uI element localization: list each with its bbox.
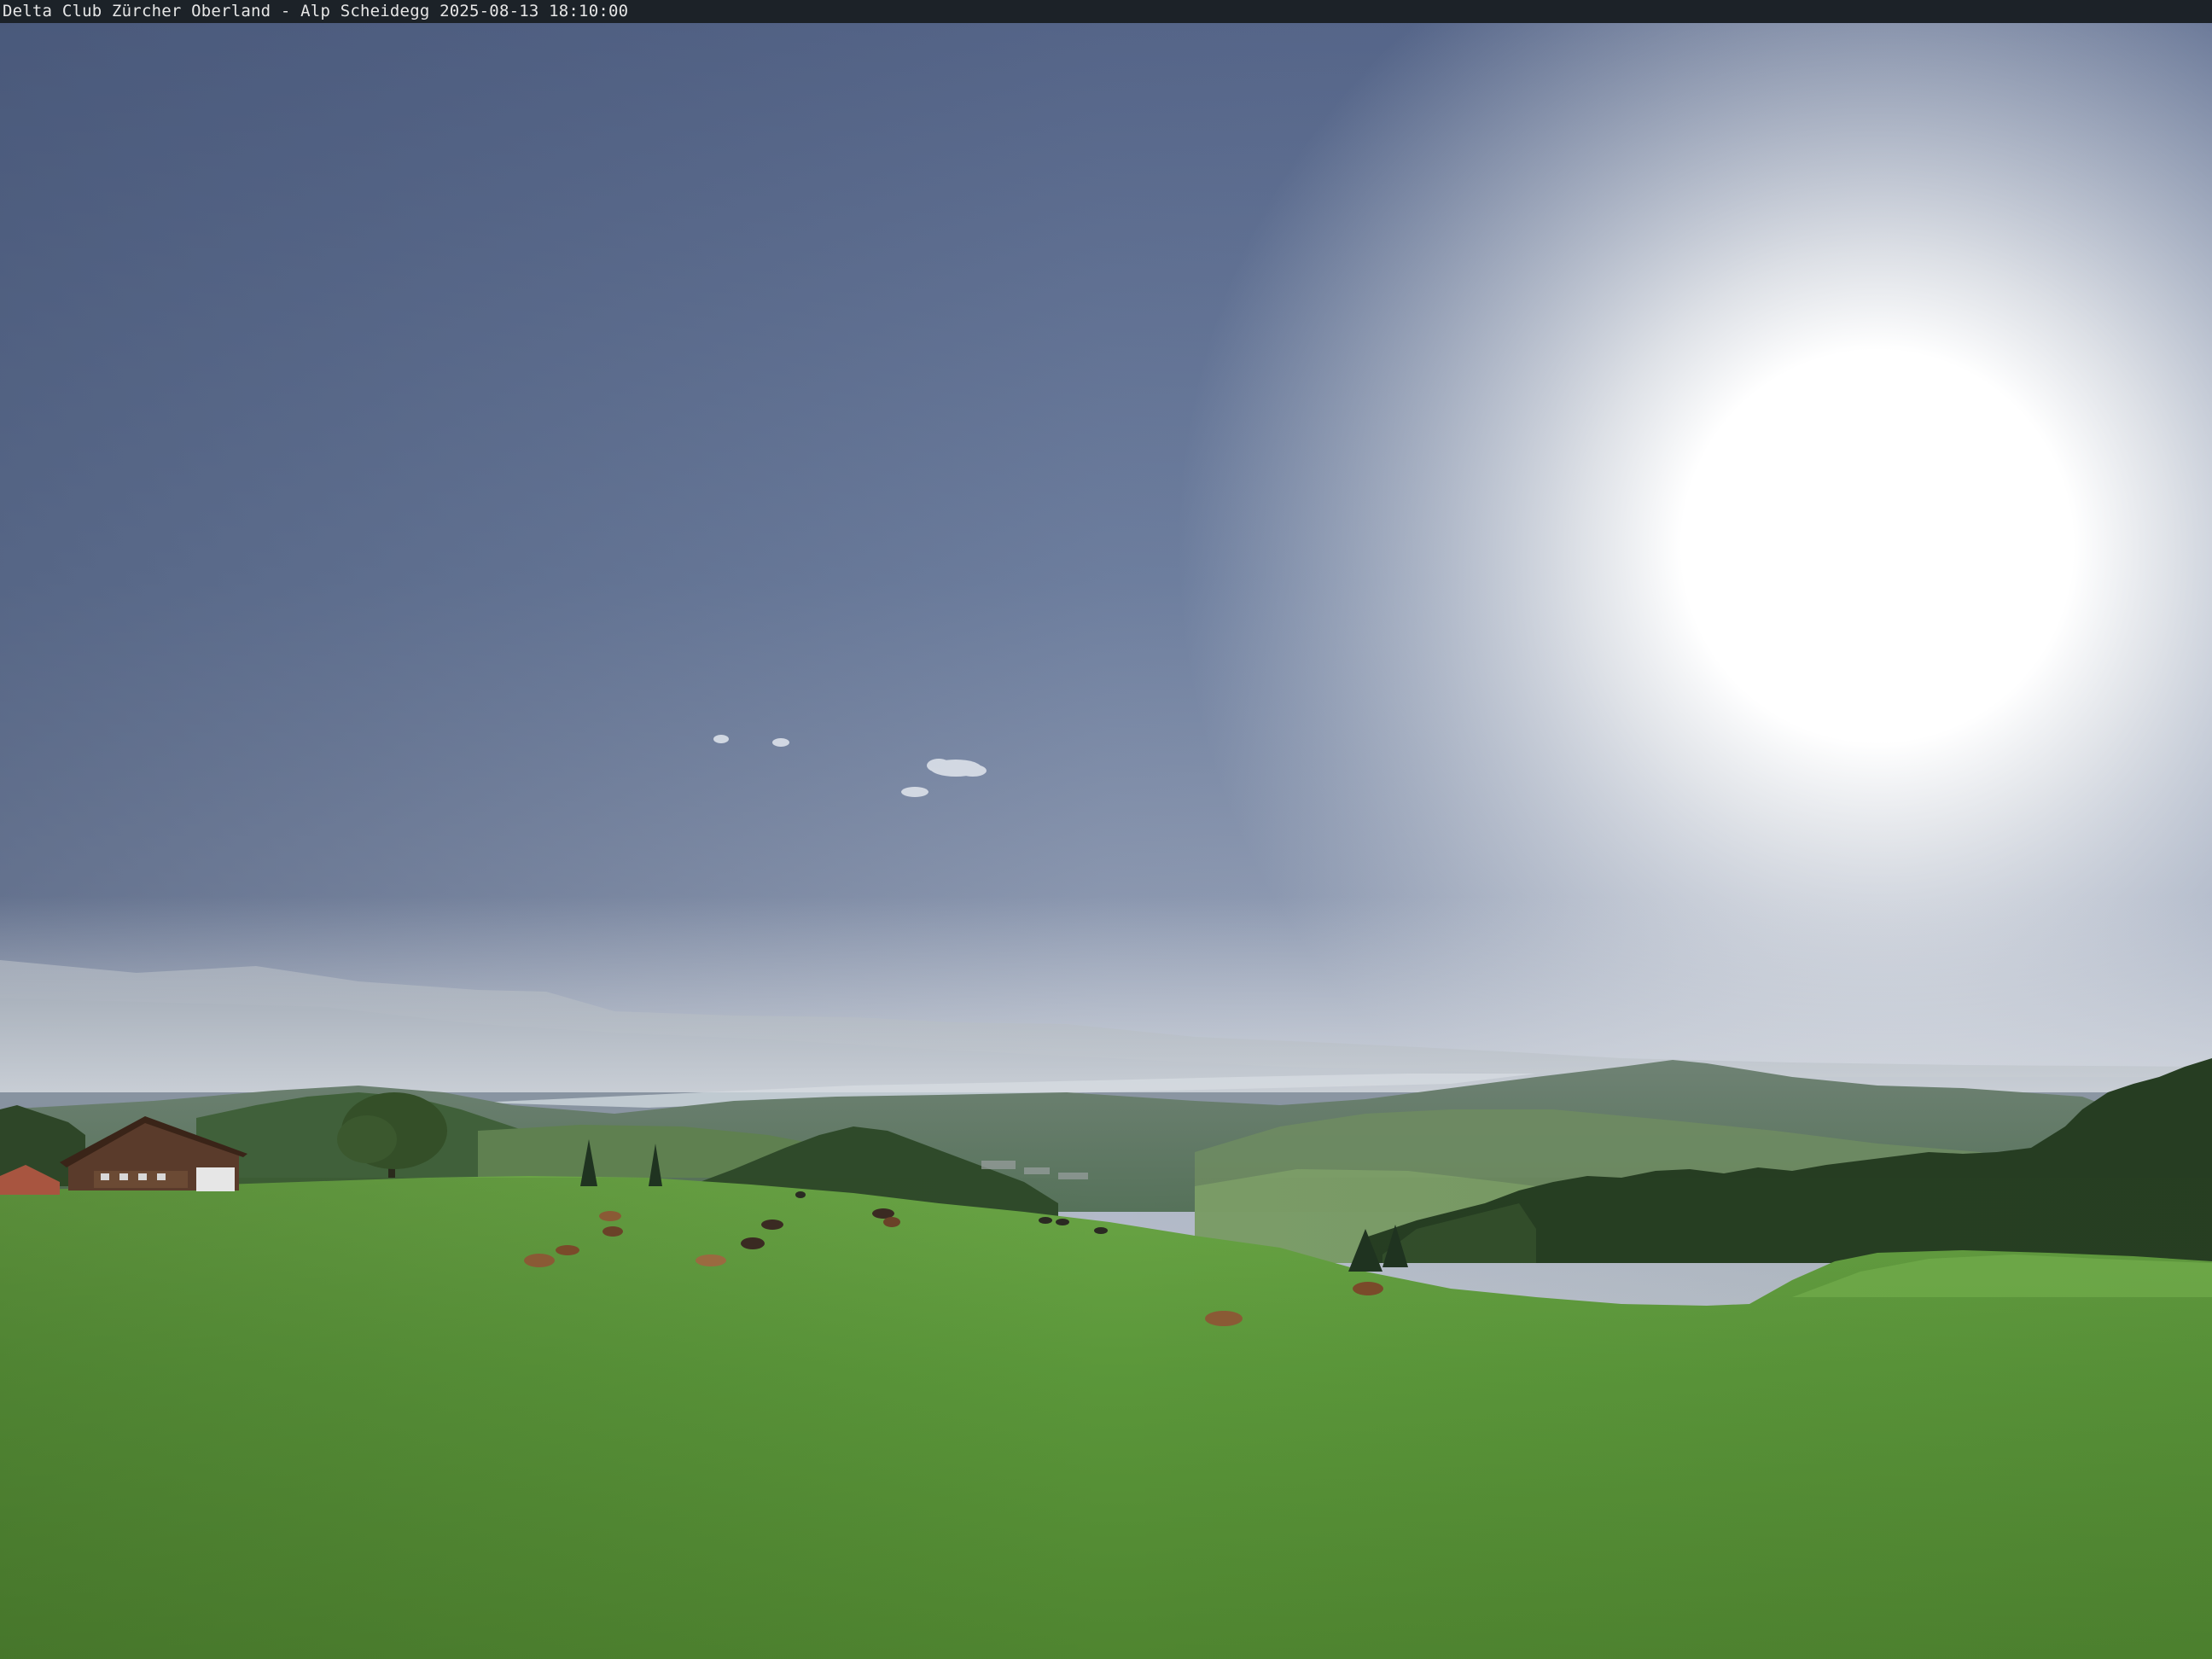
landscape-scene [0, 0, 2212, 1659]
webcam-caption: Delta Club Zürcher Oberland - Alp Scheid… [3, 2, 629, 20]
meadow-shade [0, 1178, 2212, 1659]
caption-bar: Delta Club Zürcher Oberland - Alp Scheid… [0, 0, 2212, 23]
horizon-haze [0, 896, 2212, 1092]
webcam-view: Delta Club Zürcher Oberland - Alp Scheid… [0, 0, 2212, 1659]
